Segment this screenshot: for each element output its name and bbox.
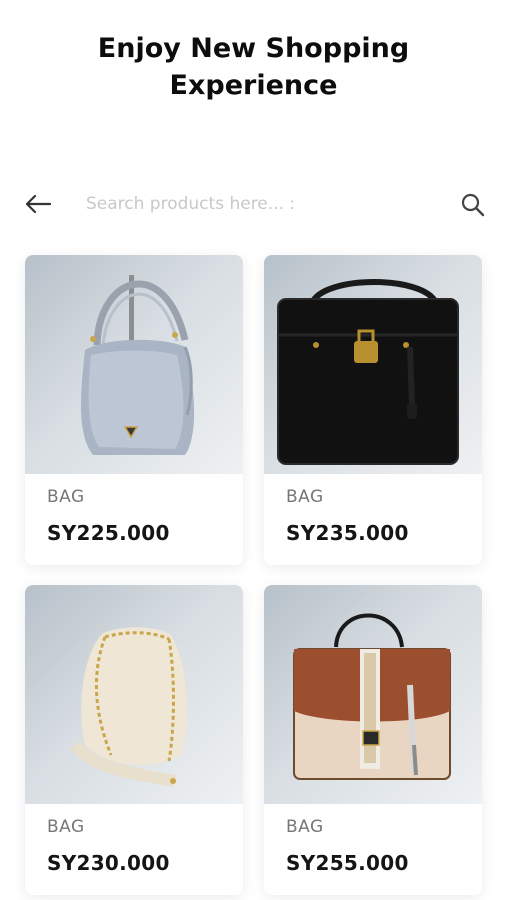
- black-handbag-icon: [277, 279, 459, 465]
- page-title: Enjoy New Shopping Experience: [0, 30, 507, 104]
- product-category: BAG: [286, 487, 324, 507]
- product-card[interactable]: BAG SY235.000: [264, 255, 482, 565]
- product-price: SY255.000: [286, 851, 409, 875]
- product-category: BAG: [47, 817, 85, 837]
- gray-hobo-bag-icon: [81, 275, 195, 455]
- brown-beige-satchel-icon: [293, 613, 451, 780]
- product-image-cream-bucket-bag: [25, 585, 243, 804]
- product-card[interactable]: BAG SY230.000: [25, 585, 243, 895]
- search-input[interactable]: [80, 189, 442, 219]
- product-price: SY230.000: [47, 851, 170, 875]
- product-price: SY225.000: [47, 521, 170, 545]
- product-category: BAG: [286, 817, 324, 837]
- arrow-left-icon: [25, 194, 52, 214]
- search-bar: [0, 180, 507, 228]
- product-card[interactable]: BAG SY255.000: [264, 585, 482, 895]
- page-title-line-2: Experience: [169, 70, 338, 101]
- back-button[interactable]: [22, 188, 54, 220]
- cream-bucket-bag-icon: [70, 627, 187, 787]
- product-category: BAG: [47, 487, 85, 507]
- product-image-gray-hobo-bag: [25, 255, 243, 474]
- product-card[interactable]: BAG SY225.000: [25, 255, 243, 565]
- page-title-line-1: Enjoy New Shopping: [97, 33, 410, 64]
- search-button[interactable]: [456, 188, 490, 222]
- product-image-black-handbag: [264, 255, 482, 474]
- product-price: SY235.000: [286, 521, 409, 545]
- magnifier-icon: [461, 193, 485, 217]
- product-image-brown-beige-satchel: [264, 585, 482, 804]
